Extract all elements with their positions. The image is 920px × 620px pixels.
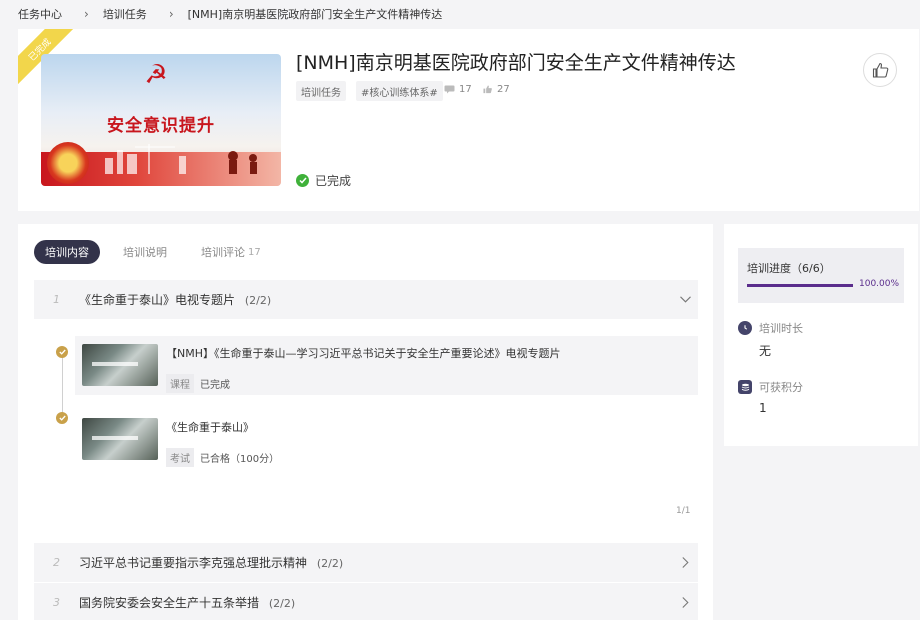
duration-value: 无: [759, 344, 772, 358]
points-label-row: 可获积分: [738, 379, 803, 395]
cover-image: ☭ 安全意识提升: [41, 54, 281, 186]
tab-content[interactable]: 培训内容: [34, 240, 100, 264]
item-type-badge: 课程: [166, 374, 194, 393]
chevron-right-icon[interactable]: [672, 557, 698, 568]
thumbs-up-icon: [483, 85, 492, 94]
item-type-badge: 考试: [166, 448, 194, 467]
comment-icon: [444, 85, 455, 94]
item-status: 已完成: [200, 380, 230, 391]
duration-label-row: 培训时长: [738, 320, 803, 336]
points-value: 1: [759, 401, 767, 415]
progress-percent: 100.00%: [859, 279, 900, 289]
video-thumbnail: [82, 418, 158, 460]
section-header-1[interactable]: 1 《生命重于泰山》电视专题片 (2/2): [34, 280, 698, 319]
tab-description[interactable]: 培训说明: [112, 240, 178, 264]
clock-icon: [738, 321, 752, 335]
section-progress: (2/2): [268, 597, 296, 610]
training-summary-card: 培训进度（6/6） 100.00% 培训时长 无 可获积分 1: [724, 224, 918, 446]
training-content-card: 培训内容 培训说明 培训评论 17 1 《生命重于泰山》电视专题片 (2/2) …: [18, 224, 713, 620]
page-title: [NMH]南京明基医院政府部门安全生产文件精神传达: [296, 52, 736, 74]
progress-bar-fill: [747, 284, 853, 287]
tab-bar: 培训内容 培训说明 培训评论 17: [34, 240, 284, 264]
section-number: 1: [53, 293, 60, 306]
pagination: 1/1: [676, 506, 691, 516]
comment-count: 17: [444, 84, 472, 95]
item-title: 【NMH】《生命重于泰山—学习习近平总书记关于安全生产重要论述》电视专题片: [166, 347, 561, 360]
done-check-icon: [56, 412, 68, 424]
chevron-right-icon: ›: [84, 7, 89, 21]
training-progress: 培训进度（6/6） 100.00%: [738, 248, 904, 303]
done-check-icon: [56, 346, 68, 358]
section-header-2[interactable]: 2 习近平总书记重要指示李克强总理批示精神 (2/2): [34, 543, 698, 582]
tag-training-task: 培训任务: [296, 81, 346, 101]
video-thumbnail: [82, 344, 158, 386]
list-item[interactable]: 《生命重于泰山》 考试 已合格（100分）: [75, 410, 698, 469]
item-title: 《生命重于泰山》: [166, 421, 254, 434]
chevron-down-icon[interactable]: [672, 296, 698, 303]
list-item[interactable]: 【NMH】《生命重于泰山—学习习近平总书记关于安全生产重要论述》电视专题片 课程…: [75, 336, 698, 395]
breadcrumb-task-center[interactable]: 任务中心: [18, 6, 62, 22]
section-title: 习近平总书记重要指示李克强总理批示精神: [79, 556, 308, 570]
chevron-right-icon[interactable]: [672, 597, 698, 608]
section-progress: (2/2): [316, 557, 344, 570]
coins-stack-icon: [738, 380, 752, 394]
completion-status: 已完成: [296, 172, 351, 189]
task-header-card: 已完成 ☭ 安全意识提升 [NMH]南京明基医院政府部门安全生产文件精神传达 培…: [18, 29, 919, 211]
section-number: 2: [53, 556, 60, 569]
thumbs-up-icon: [872, 62, 888, 78]
section-progress: (2/2): [244, 294, 272, 307]
chevron-right-icon: ›: [168, 7, 174, 21]
comments-count-badge: 17: [248, 246, 261, 258]
section-number: 3: [53, 596, 60, 609]
section-title: 《生命重于泰山》电视专题片: [79, 293, 236, 307]
like-button[interactable]: [863, 53, 897, 87]
section-title: 国务院安委会安全生产十五条举措: [79, 596, 260, 610]
section-header-3[interactable]: 3 国务院安委会安全生产十五条举措 (2/2): [34, 583, 698, 620]
progress-label: 培训进度（6/6）: [747, 262, 831, 275]
skyline-graphic: [105, 144, 257, 174]
hammer-sickle-icon: ☭: [144, 60, 168, 90]
check-circle-icon: [296, 174, 309, 187]
timeline-line: [62, 352, 63, 418]
like-count: 27: [482, 84, 510, 95]
tab-comments[interactable]: 培训评论 17: [190, 240, 272, 264]
progress-bar: [747, 284, 853, 287]
tag-core-system[interactable]: #核心训练体系#: [356, 81, 443, 101]
breadcrumb-training-tasks[interactable]: 培训任务: [103, 6, 147, 22]
breadcrumb-current: [NMH]南京明基医院政府部门安全生产文件精神传达: [187, 8, 443, 21]
emblem-icon: [47, 142, 89, 184]
item-status: 已合格（100分）: [200, 454, 280, 465]
breadcrumb: 任务中心 › 培训任务 › [NMH]南京明基医院政府部门安全生产文件精神传达: [18, 6, 442, 22]
cover-title: 安全意识提升: [107, 116, 215, 136]
